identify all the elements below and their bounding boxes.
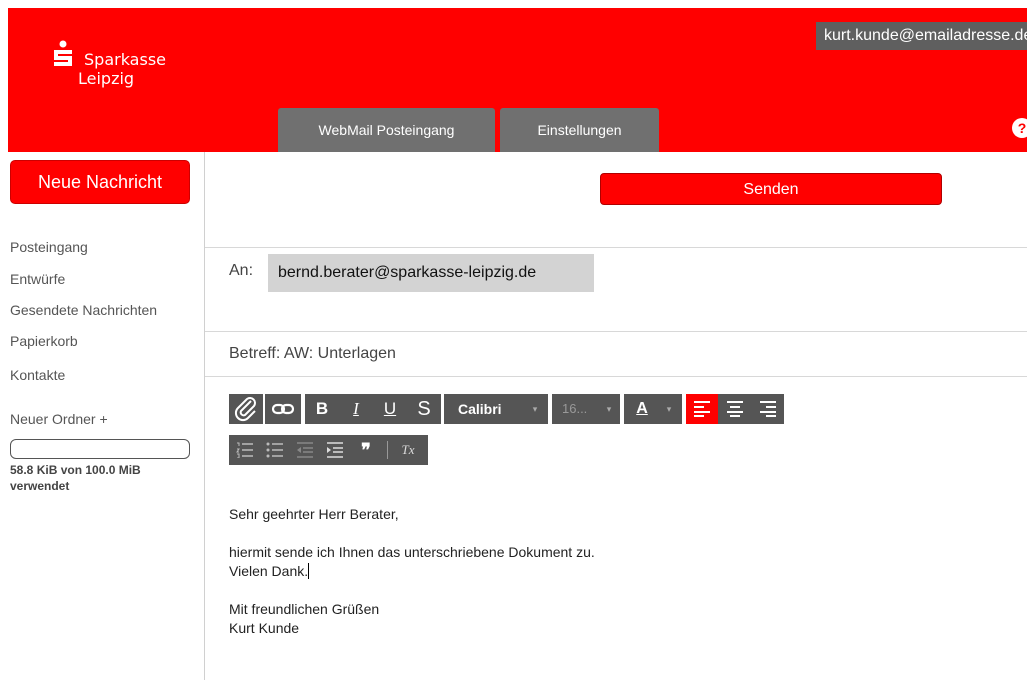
italic-button[interactable]: I [341,394,371,424]
link-icon[interactable] [265,394,301,424]
sidebar-item-papierkorb[interactable]: Papierkorb [10,333,78,349]
bold-button[interactable]: B [307,394,337,424]
app-header: Sparkasse Leipzig kurt.kunde@emailadress… [8,8,1027,152]
new-message-button[interactable]: Neue Nachricht [10,160,190,204]
toolbar-group-attach [229,394,263,424]
strikethrough-button[interactable]: S [409,394,439,424]
tab-webmail-posteingang[interactable]: WebMail Posteingang [278,108,495,152]
paperclip-icon[interactable] [229,394,263,424]
align-right-icon[interactable] [752,394,784,424]
subject-label: Betreff: [229,345,281,362]
numbered-list-icon[interactable] [231,435,259,465]
body-blank-line [229,581,595,600]
divider [205,331,1027,332]
user-email[interactable]: kurt.kunde@emailadresse.de [816,22,1027,50]
underline-button[interactable]: U [375,394,405,424]
divider [205,247,1027,248]
sidebar-item-posteingang[interactable]: Posteingang [10,239,88,255]
subject-row[interactable]: Betreff: AW: Unterlagen [229,345,396,363]
sidebar: Neue Nachricht Posteingang Entwürfe Gese… [8,152,205,680]
font-size-select[interactable]: 16... ▾ [552,394,620,424]
text-color-select[interactable]: A ▾ [624,394,682,424]
body-closing: Mit freundlichen Grüßen [229,601,380,617]
brand-line2: Leipzig [78,69,135,88]
sidebar-item-entwuerfe[interactable]: Entwürfe [10,271,65,287]
to-label: An: [229,262,254,279]
toolbar-group-format: B I U S [305,394,441,424]
bulleted-list-icon[interactable] [261,435,289,465]
body-line-2-text: Vielen Dank. [229,563,309,579]
body-blank-line [229,524,595,543]
sparkasse-s-icon [54,40,72,66]
font-family-select[interactable]: Calibri ▾ [444,394,548,424]
body-signature: Kurt Kunde [229,620,300,636]
brand-line1: Sparkasse [84,50,166,69]
quota-text: 58.8 KiB von 100.0 MiB verwendet [10,463,141,493]
clear-format-icon[interactable]: Tx [393,435,423,465]
text-cursor [308,563,310,579]
chevron-down-icon: ▾ [532,404,538,414]
new-folder-link[interactable]: Neuer Ordner + [10,411,108,427]
left-frame [0,0,8,680]
align-left-icon[interactable] [686,394,718,424]
to-field[interactable]: bernd.berater@sparkasse-leipzig.de [268,254,594,292]
font-size-value: 16... [562,401,588,416]
body-line-2: Vielen Dank. [229,562,595,581]
text-color-icon: A [636,400,648,417]
toolbar-group-link [265,394,301,424]
body-greeting: Sehr geehrter Herr Berater, [229,506,399,522]
chevron-down-icon: ▾ [606,404,612,414]
top-frame [0,0,1027,8]
toolbar-separator [387,441,388,459]
message-body-editor[interactable]: Sehr geehrter Herr Berater, hiermit send… [229,505,595,638]
indent-icon[interactable] [321,435,349,465]
tab-einstellungen[interactable]: Einstellungen [500,108,659,152]
help-icon[interactable]: ? [1012,118,1027,138]
font-family-value: Calibri [458,401,502,417]
align-center-icon[interactable] [719,394,751,424]
body-line-1: hiermit sende ich Ihnen das unterschrieb… [229,544,595,560]
subject-value[interactable]: AW: Unterlagen [284,345,396,362]
brand-name: Sparkasse Leipzig [78,50,166,88]
toolbar-group-align [686,394,784,424]
blockquote-icon[interactable]: ❞ [351,435,381,465]
divider [205,376,1027,377]
sidebar-item-gesendete-nachrichten[interactable]: Gesendete Nachrichten [10,302,157,318]
outdent-icon[interactable] [291,435,319,465]
sidebar-item-kontakte[interactable]: Kontakte [10,367,65,383]
chevron-down-icon: ▾ [666,404,672,414]
toolbar-group-lists: ❞ Tx [229,435,428,465]
quota-bar [10,439,190,459]
send-button[interactable]: Senden [600,173,942,205]
